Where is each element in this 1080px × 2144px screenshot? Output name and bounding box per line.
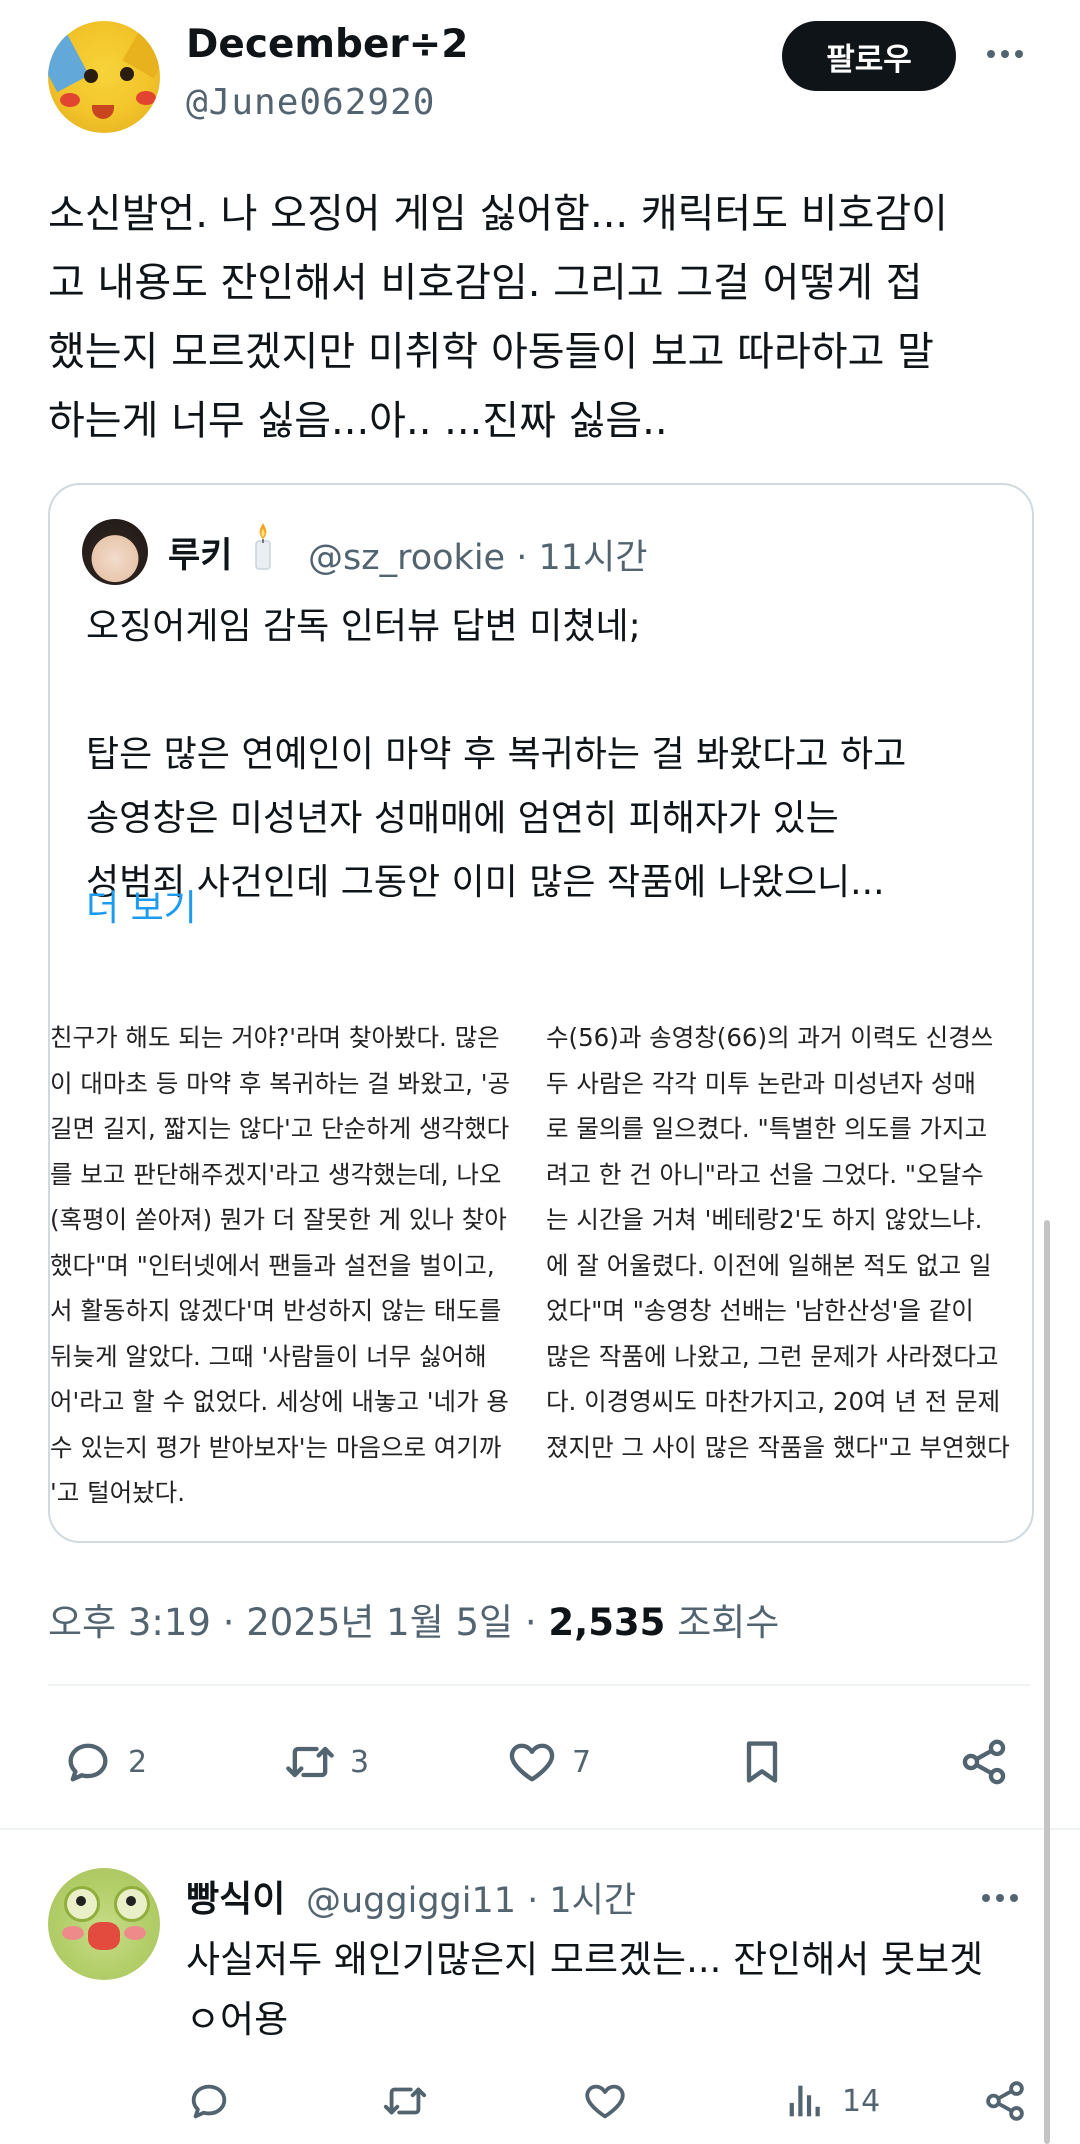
author-name[interactable]: December÷2 — [186, 22, 468, 67]
repost-icon — [286, 1746, 334, 1778]
article-image-left[interactable]: 친구가 해도 되는 거야?'라며 찾아봤다. 많은 이 대마초 등 마약 후 복… — [50, 1015, 544, 1515]
repost-button[interactable]: 3 — [284, 1736, 369, 1788]
show-more-link[interactable]: 더 보기 — [86, 879, 197, 931]
like-button[interactable]: 7 — [506, 1736, 591, 1788]
more-icon[interactable] — [982, 1888, 1032, 1908]
article-line: 려고 한 건 아니"라고 선을 그었다. "오달수 — [546, 1159, 984, 1189]
reply-repost-button[interactable] — [382, 2078, 428, 2124]
reply-author-avatar[interactable] — [48, 1868, 160, 1980]
post-text: 소신발언. 나 오징어 게임 싫어함... 캐릭터도 비호감이 고 내용도 잔인… — [48, 180, 1038, 456]
article-line: 두 사람은 각각 미투 논란과 미성년자 성매 — [546, 1068, 976, 1098]
divider — [0, 1828, 1080, 1830]
article-line: 많은 작품에 나왔고, 그런 문제가 사라졌다고 — [546, 1341, 999, 1371]
article-line: 는 시간을 거쳐 '베테랑2'도 하지 않았느냐. — [546, 1205, 983, 1234]
repost-count: 3 — [350, 1744, 370, 1780]
reply-button[interactable]: 2 — [62, 1736, 147, 1788]
article-line: '고 털어놨다. — [50, 1478, 186, 1507]
quoted-post[interactable]: 루키 @sz_rookie · 11시간 오징어게임 감독 인터뷰 답변 미쳤네… — [48, 483, 1034, 1543]
reply-author-handle[interactable]: @uggiggi11 · 1시간 — [306, 1872, 636, 1923]
quote-text-line: 오징어게임 감독 인터뷰 답변 미쳤네; — [86, 606, 641, 647]
divider — [48, 1684, 1030, 1686]
article-line: 에 잘 어울렸다. 이전에 일해본 적도 없고 일 — [546, 1250, 992, 1280]
reply-share-button[interactable] — [982, 2078, 1028, 2124]
article-line: 길면 길지, 짧지는 않다'고 단순하게 생각했다 — [50, 1114, 510, 1143]
like-count: 7 — [572, 1744, 592, 1780]
more-icon[interactable] — [980, 44, 1030, 64]
reply-text-line: ㅇ어용 — [186, 1998, 289, 2041]
bookmark-button[interactable] — [736, 1736, 788, 1788]
share-icon — [962, 1739, 1006, 1785]
article-line: 수 있는지 평가 받아보자'는 마음으로 여기까 — [50, 1432, 502, 1462]
article-line: (혹평이 쏟아져) 뭔가 더 잘못한 게 있나 찾아 — [50, 1205, 507, 1234]
quote-text-line: 탑은 많은 연예인이 마약 후 복귀하는 걸 봐왔다고 하고 — [86, 734, 907, 775]
quote-text-line: 성범죄 사건인데 그동안 이미 많은 작품에 나왔으니... — [86, 862, 885, 903]
article-line: 서 활동하지 않겠다'며 반성하지 않는 태도를 — [50, 1296, 502, 1325]
reply-views-count: 14 — [842, 2083, 881, 2119]
like-icon — [585, 2084, 625, 2119]
post-meta: 오후 3:19 · 2025년 1월 5일 · 2,535 조회수 — [48, 1592, 779, 1646]
views-count: 2,535 — [548, 1601, 666, 1644]
article-line: 이 대마초 등 마약 후 복귀하는 걸 봐왔고, '공 — [50, 1068, 511, 1098]
quote-text: 오징어게임 감독 인터뷰 답변 미쳤네; 탑은 많은 연예인이 마약 후 복귀하… — [86, 595, 1006, 915]
article-line: 친구가 해도 되는 거야?'라며 찾아봤다. 많은 — [50, 1023, 500, 1052]
reply-actions: 14 — [186, 2078, 1036, 2134]
author-avatar[interactable] — [48, 21, 160, 133]
post-text-line: 했는지 모르겠지만 미취학 아동들이 보고 따라하고 말 — [48, 329, 934, 375]
bookmark-icon — [746, 1741, 778, 1783]
article-line: 졌지만 그 사이 많은 작품을 했다"고 부연했다 — [546, 1432, 1010, 1462]
views-label: 조회수 — [665, 1601, 780, 1644]
share-icon — [986, 2081, 1024, 2121]
reply-reply-button[interactable] — [186, 2078, 232, 2124]
quote-author-name: 루키 — [168, 536, 233, 576]
post-text-line: 하는게 너무 싫음...아.. ...진짜 싫음.. — [48, 398, 668, 444]
reply-icon — [191, 2084, 227, 2119]
post-timestamp: 오후 3:19 · 2025년 1월 5일 · — [48, 1601, 549, 1644]
views-icon — [789, 2085, 820, 2117]
post-actions: 2 3 7 — [48, 1736, 1030, 1798]
article-line: 로 물의를 일으켰다. "특별한 의도를 가지고 — [546, 1114, 988, 1143]
author-handle[interactable]: @June062920 — [186, 82, 435, 123]
quote-text-line — [86, 659, 1006, 723]
article-line: 어'라고 할 수 없었다. 세상에 내놓고 '네가 용 — [50, 1387, 509, 1416]
quote-author-handle: @sz_rookie · 11시간 — [308, 538, 648, 578]
quote-author-avatar — [82, 519, 148, 585]
reply-icon — [68, 1743, 108, 1782]
reply-text: 사실저두 왜인기많은지 모르겠는... 잔인해서 못보겟 ㅇ어용 — [186, 1930, 1036, 2050]
quote-text-line: 송영창은 미성년자 성매매에 엄연히 피해자가 있는 — [86, 798, 839, 839]
candle-icon — [255, 523, 271, 570]
reply-like-button[interactable] — [582, 2078, 628, 2124]
share-button[interactable] — [958, 1736, 1010, 1788]
like-icon — [509, 1743, 555, 1782]
article-line: 수(56)과 송영창(66)의 과거 이력도 신경쓰 — [546, 1023, 994, 1052]
reply-author-name[interactable]: 빵식이 — [186, 1870, 285, 1922]
article-image-right[interactable]: 수(56)과 송영창(66)의 과거 이력도 신경쓰 두 사람은 각각 미투 논… — [546, 1015, 1032, 1515]
follow-button[interactable]: 팔로우 — [782, 21, 956, 91]
reply-views-button[interactable]: 14 — [782, 2078, 880, 2124]
repost-icon — [383, 2087, 427, 2115]
article-line: 했다"며 "인터넷에서 팬들과 설전을 벌이고, — [50, 1250, 495, 1280]
post-text-line: 고 내용도 잔인해서 비호감임. 그리고 그걸 어떻게 접 — [48, 260, 923, 306]
article-line: 를 보고 판단해주겠지'라고 생각했는데, 나오 — [50, 1159, 502, 1189]
article-line: 뒤늦게 알았다. 그때 '사람들이 너무 싫어해 — [50, 1341, 487, 1371]
reply-text-line: 사실저두 왜인기많은지 모르겠는... 잔인해서 못보겟 — [186, 1938, 984, 1981]
post-text-line: 소신발언. 나 오징어 게임 싫어함... 캐릭터도 비호감이 — [48, 191, 948, 237]
reply-count: 2 — [128, 1744, 148, 1780]
article-line: 다. 이경영씨도 마찬가지고, 20여 년 전 문제 — [546, 1387, 1001, 1416]
scrollbar[interactable] — [1044, 1220, 1050, 2144]
article-line: 었다"며 "송영창 선배는 '남한산성'을 같이 — [546, 1296, 974, 1325]
